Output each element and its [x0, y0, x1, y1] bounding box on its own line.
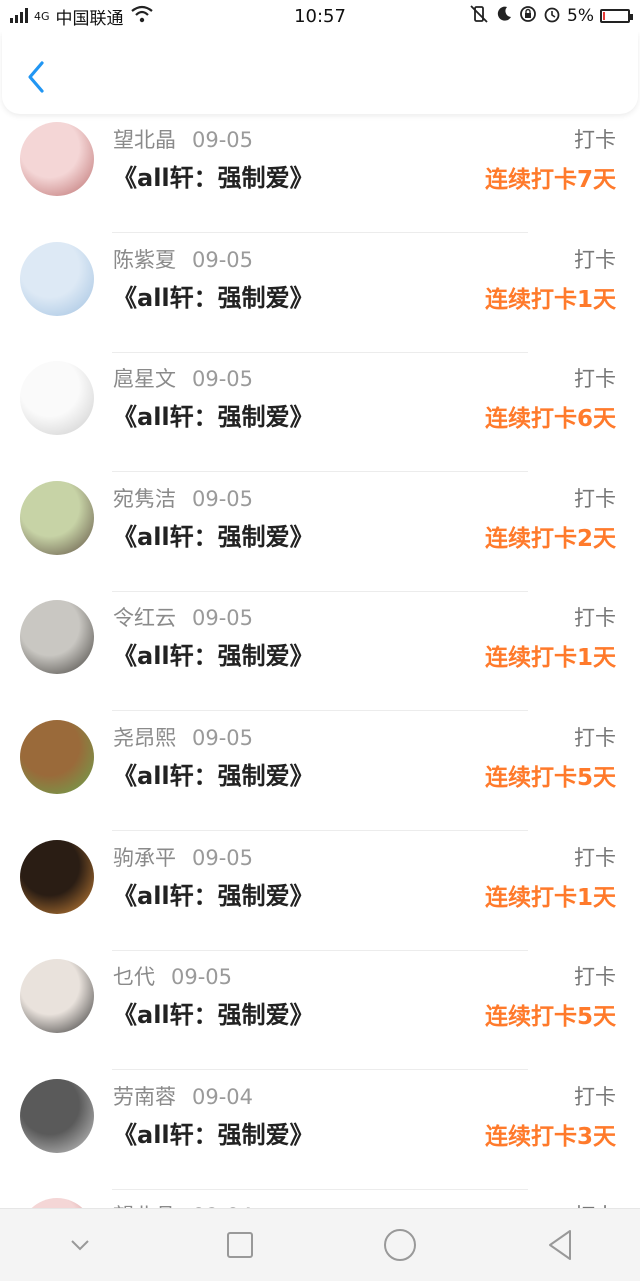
user-meta: 陈紫夏 09-05	[113, 244, 253, 274]
avatar[interactable]	[20, 1078, 94, 1153]
user-meta: 望北晶09-04	[113, 1200, 253, 1208]
checkin-label: 打卡	[574, 726, 616, 750]
avatar[interactable]	[20, 720, 94, 794]
post-date: 09-04	[192, 1084, 254, 1109]
checkin-label: 打卡	[574, 128, 616, 152]
post-date: 09-05	[192, 726, 254, 750]
streak-badge: 连续打卡1天	[484, 286, 616, 313]
home-icon[interactable]	[370, 1215, 430, 1275]
book-title: 《all轩：强制爱》	[113, 881, 314, 910]
user-meta: 劳南蓉 09-04	[113, 1081, 253, 1111]
book-title: 《all轩：强制爱》	[113, 522, 314, 551]
user-name[interactable]: 扈星文	[113, 367, 176, 391]
book-title: 《all轩：强制爱》	[113, 642, 314, 671]
avatar[interactable]	[20, 122, 94, 196]
list-item[interactable]: 陈紫夏 09-05 《all轩：强制爱》 打卡连续打卡1天	[0, 234, 640, 353]
rotation-lock-icon	[519, 5, 537, 28]
list-item[interactable]: 宛隽洁 09-05 《all轩：强制爱》 打卡连续打卡2天	[0, 473, 640, 592]
list-item[interactable]: 望北晶09-04《all轩：强制爱》打卡连续打卡7天	[0, 1190, 640, 1208]
user-name[interactable]: 陈紫夏	[113, 248, 176, 272]
checkin-label: 打卡	[574, 486, 616, 511]
list-item[interactable]: 尧昂熙 09-05 《all轩：强制爱》 打卡连续打卡5天	[0, 712, 640, 831]
user-name[interactable]: 驹承平	[113, 846, 176, 870]
battery-percent: 5%	[567, 6, 594, 26]
user-name[interactable]: 劳南蓉	[113, 1085, 176, 1109]
post-date: 09-05	[192, 367, 254, 392]
user-meta: 驹承平 09-05	[113, 842, 253, 872]
post-date: 09-05	[192, 247, 254, 272]
post-date: 09-05	[192, 606, 254, 631]
user-meta: 宛隽洁 09-05	[113, 483, 253, 513]
user-name[interactable]: 令红云	[113, 606, 176, 630]
book-title: 《all轩：强制爱》	[113, 762, 314, 790]
status-right: 5%	[469, 4, 633, 28]
battery-icon	[600, 9, 633, 23]
user-meta: 望北晶 09-05	[113, 124, 253, 154]
checkin-label: 打卡	[574, 1200, 616, 1208]
signal-icon	[10, 7, 32, 26]
top-header	[2, 32, 638, 114]
user-name[interactable]: 宛隽洁	[113, 487, 176, 511]
checkin-label: 打卡	[574, 965, 616, 990]
alarm-icon	[543, 5, 561, 28]
streak-badge: 连续打卡5天	[484, 1004, 616, 1031]
list-item[interactable]: 乜代 09-05 《all轩：强制爱》 打卡连续打卡5天	[0, 951, 640, 1071]
user-meta: 乜代 09-05	[113, 961, 232, 991]
user-name[interactable]: 乜代	[113, 965, 155, 989]
list-item[interactable]: 令红云 09-05 《all轩：强制爱》 打卡连续打卡1天	[0, 592, 640, 712]
network-type: 4G	[34, 9, 50, 23]
checkin-label: 打卡	[574, 367, 616, 392]
user-meta: 扈星文 09-05	[113, 363, 253, 393]
avatar[interactable]	[20, 839, 94, 914]
list-item[interactable]: 劳南蓉 09-04 《all轩：强制爱》 打卡连续打卡3天	[0, 1071, 640, 1190]
collapse-down-icon[interactable]	[50, 1215, 110, 1275]
avatar[interactable]	[20, 959, 94, 1034]
post-date: 09-05	[192, 845, 254, 870]
carrier-name: 中国联通	[55, 8, 124, 29]
avatar[interactable]	[20, 600, 94, 675]
avatar[interactable]	[20, 1198, 94, 1208]
back-triangle-icon[interactable]	[530, 1215, 590, 1275]
back-button[interactable]	[24, 60, 50, 94]
streak-badge: 连续打卡3天	[484, 1123, 616, 1150]
streak-badge: 连续打卡1天	[484, 884, 616, 911]
wifi-icon	[130, 5, 154, 28]
book-title: 《all轩：强制爱》	[113, 403, 314, 432]
user-name[interactable]: 尧昂熙	[113, 726, 176, 750]
user-name[interactable]: 望北晶	[113, 128, 176, 152]
recent-apps-icon[interactable]	[210, 1215, 270, 1275]
book-title: 《all轩：强制爱》	[113, 1001, 314, 1030]
checkin-list[interactable]: 望北晶 09-05 《all轩：强制爱》 打卡 连续打卡7天 陈紫夏 09-05 《all轩：…	[0, 114, 640, 1208]
streak-badge: 连续打卡6天	[484, 406, 616, 433]
streak-badge: 连续打卡2天	[484, 525, 616, 552]
checkin-label: 打卡	[574, 1084, 616, 1109]
avatar[interactable]	[20, 480, 94, 555]
post-date: 09-05	[192, 128, 254, 152]
book-title: 《all轩：强制爱》	[113, 283, 314, 312]
streak-badge: 连续打卡5天	[484, 765, 616, 791]
status-left: 4G 中国联通	[10, 4, 154, 29]
system-nav-bar	[0, 1208, 640, 1281]
post-date: 09-05	[192, 486, 254, 511]
book-title: 《all轩：强制爱》	[113, 164, 314, 192]
status-bar: 4G 中国联通 10:57 5%	[0, 0, 640, 32]
vibrate-off-icon	[469, 4, 489, 28]
checkin-label: 打卡	[574, 247, 616, 272]
checkin-label: 打卡	[574, 845, 616, 870]
list-item[interactable]: 驹承平 09-05 《all轩：强制爱》 打卡连续打卡1天	[0, 832, 640, 951]
avatar[interactable]	[20, 361, 94, 436]
streak-badge: 连续打卡7天	[484, 167, 616, 193]
moon-icon	[495, 5, 513, 28]
streak-badge: 连续打卡1天	[484, 645, 616, 672]
checkin-label: 打卡	[574, 606, 616, 631]
list-item[interactable]: 扈星文 09-05 《all轩：强制爱》 打卡连续打卡6天	[0, 353, 640, 473]
clock: 10:57	[294, 5, 346, 27]
book-title: 《all轩：强制爱》	[113, 1120, 314, 1149]
chevron-left-icon	[28, 61, 44, 93]
post-date: 09-05	[171, 965, 233, 990]
avatar[interactable]	[20, 241, 94, 316]
list-item[interactable]: 望北晶 09-05 《all轩：强制爱》 打卡连续打卡7天	[0, 114, 640, 233]
user-meta: 尧昂熙 09-05	[113, 722, 253, 752]
user-meta: 令红云 09-05	[113, 602, 253, 632]
